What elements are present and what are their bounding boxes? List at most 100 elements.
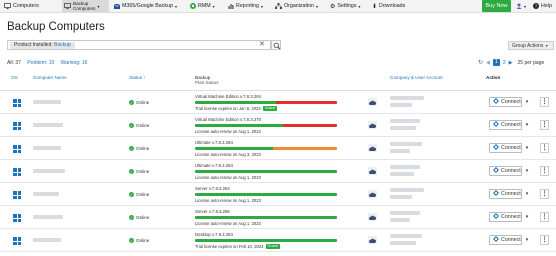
connect-dropdown-icon[interactable]: ▾ [524, 120, 530, 130]
connect-label: Connect [501, 191, 521, 197]
cloud-backup-icon[interactable] [368, 98, 377, 106]
computer-name-redacted[interactable] [33, 123, 63, 127]
filter-search-input[interactable]: Product Installed: Backup ✕ [7, 40, 271, 50]
plan-name[interactable]: Virtual Machine Edition v.7.8.3.270 [195, 117, 261, 122]
nav-computers[interactable]: Computers [4, 0, 39, 12]
connect-button[interactable]: Connect [489, 143, 522, 153]
connect-dropdown-icon[interactable]: ▾ [524, 235, 530, 245]
nav-reporting[interactable]: Reporting ▾ [228, 0, 263, 12]
group-actions-dropdown[interactable]: Group Actions ▾ [508, 41, 554, 50]
table-row[interactable]: ✓ Online Virtual Machine Edition v.7.8.3.2… [0, 114, 556, 137]
more-actions-icon[interactable]: ⋮ [540, 166, 549, 176]
status-label: Online [136, 238, 150, 243]
col-os[interactable]: OS [11, 75, 18, 80]
cloud-backup-icon[interactable] [368, 144, 377, 152]
page-2[interactable]: 2 [503, 60, 506, 66]
nav-help[interactable]: ? Help [533, 0, 552, 12]
plan-name[interactable]: Desktop v.7.8.3.284 [195, 232, 233, 237]
connect-icon [493, 121, 499, 129]
bar-chart-icon [228, 3, 234, 9]
plan-name[interactable]: Virtual Machine Edition v.7.8.3.284 [195, 94, 261, 99]
connect-dropdown-icon[interactable]: ▾ [524, 166, 530, 176]
filter-chip[interactable]: Product Installed: Backup [10, 42, 75, 49]
more-actions-icon[interactable]: ⋮ [540, 97, 549, 107]
plan-name[interactable]: Ultimate v.7.8.3.284 [195, 140, 233, 145]
computer-name-redacted[interactable] [33, 238, 61, 242]
cloud-backup-icon[interactable] [368, 167, 377, 175]
plan-name[interactable]: Server v.7.8.3.286 [195, 209, 230, 214]
nav-downloads[interactable]: ⬇ Downloads [372, 0, 405, 12]
plan-status-segment [195, 170, 337, 173]
nav-organization[interactable]: Organization ▾ [275, 0, 318, 12]
table-row[interactable]: ✓ Online Server v.7.8.3.286 License auto-re… [0, 206, 556, 229]
connect-button[interactable]: Connect [489, 166, 522, 176]
refresh-icon[interactable]: ↻ [478, 59, 483, 66]
connect-button[interactable]: Connect [489, 189, 522, 199]
clear-filter-icon[interactable]: ✕ [259, 41, 265, 49]
table-row[interactable]: ✓ Online Ultimate v.7.8.3.284 License auto-… [0, 160, 556, 183]
col-computer-name[interactable]: Computer Name [33, 75, 67, 80]
company-redacted [390, 234, 422, 238]
gear-icon: ⚙ [330, 3, 336, 10]
nav-rmm[interactable]: RMM ▾ [190, 0, 215, 12]
more-actions-icon[interactable]: ⋮ [540, 120, 549, 130]
chevron-down-icon: ▾ [524, 3, 527, 9]
license-text: License auto-renew on Aug 1, 2023 [195, 198, 261, 203]
computer-name-redacted[interactable] [33, 146, 61, 150]
check-circle-icon: ✓ [129, 192, 134, 197]
nav-m365-google-backup[interactable]: M365/Google Backup ▾ [114, 0, 177, 12]
connect-dropdown-icon[interactable]: ▾ [524, 212, 530, 222]
count-problem[interactable]: Problem: 10 [27, 60, 54, 66]
more-actions-icon[interactable]: ⋮ [540, 212, 549, 222]
plan-status-bar[interactable] [195, 239, 337, 242]
connect-button[interactable]: Connect [489, 235, 522, 245]
nav-backup-computers[interactable]: Backup Computers ▾ [62, 0, 109, 12]
search-button[interactable] [271, 40, 281, 50]
buy-now-button[interactable]: Buy Now [482, 0, 511, 12]
connect-button[interactable]: Connect [489, 212, 522, 222]
cloud-backup-icon[interactable] [368, 121, 377, 129]
next-page-icon[interactable]: ▶ [509, 60, 513, 66]
cloud-backup-icon[interactable] [368, 190, 377, 198]
status-cell: ✓ Online [129, 238, 149, 243]
table-row[interactable]: ✓ Online Server v.7.8.3.284 License auto-re… [0, 183, 556, 206]
plan-name[interactable]: Ultimate v.7.8.3.284 [195, 163, 233, 168]
plan-status-bar[interactable] [195, 216, 337, 219]
more-actions-icon[interactable]: ⋮ [540, 235, 549, 245]
user-icon [516, 3, 522, 9]
connect-dropdown-icon[interactable]: ▾ [524, 143, 530, 153]
plan-status-bar[interactable] [195, 147, 337, 150]
page-1[interactable]: 1 [492, 59, 500, 66]
col-company[interactable]: Company & User Account [390, 75, 443, 80]
user-menu[interactable]: ▾ [516, 0, 526, 12]
per-page-select[interactable]: 25 per page [518, 60, 545, 66]
computer-name-redacted[interactable] [33, 169, 65, 173]
plan-name[interactable]: Server v.7.8.3.284 [195, 186, 230, 191]
count-warning[interactable]: Warning: 16 [61, 60, 88, 66]
table-row[interactable]: ✓ Online Ultimate v.7.8.3.284 License auto-… [0, 137, 556, 160]
connect-dropdown-icon[interactable]: ▾ [524, 97, 530, 107]
computer-name-redacted[interactable] [33, 100, 61, 104]
more-actions-icon[interactable]: ⋮ [540, 189, 549, 199]
computer-name-redacted[interactable] [33, 192, 59, 196]
plan-status-bar[interactable] [195, 101, 337, 104]
more-actions-icon[interactable]: ⋮ [540, 143, 549, 153]
plan-status-bar[interactable] [195, 124, 337, 127]
plan-status-bar[interactable] [195, 193, 337, 196]
check-circle-icon: ✓ [129, 238, 134, 243]
count-all[interactable]: All: 37 [7, 60, 21, 66]
connect-label: Connect [501, 145, 521, 151]
plan-status-bar[interactable] [195, 170, 337, 173]
col-status[interactable]: Status ↑ [129, 75, 146, 80]
check-circle-icon: ✓ [129, 169, 134, 174]
connect-dropdown-icon[interactable]: ▾ [524, 189, 530, 199]
cloud-backup-icon[interactable] [368, 236, 377, 244]
cloud-backup-icon[interactable] [368, 213, 377, 221]
prev-page-icon[interactable]: ◀ [486, 60, 490, 66]
table-row[interactable]: ✓ Online Desktop v.7.8.3.284 Trial license … [0, 229, 556, 252]
computer-name-redacted[interactable] [33, 215, 63, 219]
connect-button[interactable]: Connect [489, 120, 522, 130]
table-row[interactable]: ✓ Online Virtual Machine Edition v.7.8.3.2… [0, 91, 556, 114]
nav-settings[interactable]: ⚙ Settings ▾ [330, 0, 361, 12]
connect-button[interactable]: Connect [489, 97, 522, 107]
